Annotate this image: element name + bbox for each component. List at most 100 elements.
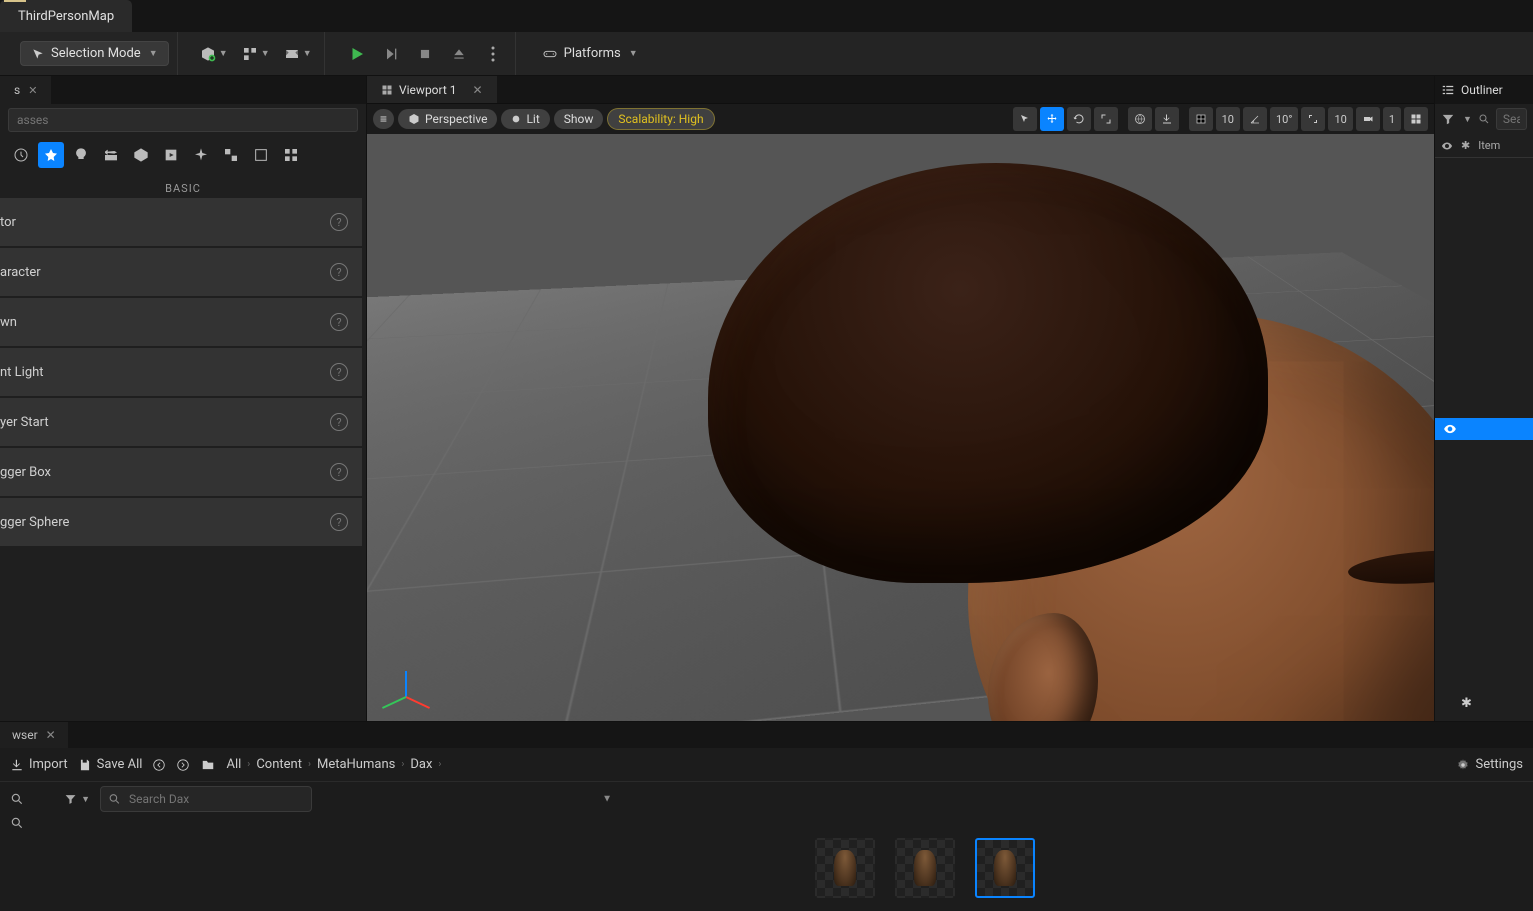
scalability-button[interactable]: Scalability: High (607, 108, 714, 130)
perspective-button[interactable]: Perspective (398, 109, 497, 129)
folder-thumb[interactable] (172, 838, 238, 911)
viewport-menu-button[interactable]: ≡ (373, 109, 394, 129)
asset-thumb[interactable] (812, 838, 878, 911)
outliner-search[interactable] (1496, 108, 1527, 130)
angle-snap-value[interactable]: 10° (1270, 107, 1298, 131)
settings-button[interactable]: Settings (1456, 757, 1523, 772)
asset-thumb[interactable] (972, 838, 1038, 911)
help-icon[interactable]: ? (330, 463, 348, 481)
scale-snap-value[interactable]: 10 (1328, 107, 1352, 131)
outliner-selected-row[interactable] (1435, 418, 1533, 440)
show-button[interactable]: Show (554, 109, 604, 129)
pin-icon: ✱ (1461, 139, 1470, 152)
folder-thumb[interactable] (732, 838, 798, 911)
filter-button[interactable]: ▼ (64, 786, 90, 812)
actor-item[interactable]: nt Light? (0, 348, 362, 396)
actor-item[interactable]: aracter? (0, 248, 362, 296)
tree-search-button[interactable] (10, 792, 24, 806)
basic-icon[interactable] (38, 142, 64, 168)
viewport-layout-button[interactable] (1404, 107, 1428, 131)
grid-snap-button[interactable] (1189, 107, 1213, 131)
folder-thumb[interactable] (492, 838, 558, 911)
asset-thumb[interactable] (892, 838, 958, 911)
close-icon[interactable]: ✕ (28, 84, 37, 97)
filter-button[interactable] (1441, 112, 1455, 126)
scale-snap-button[interactable] (1301, 107, 1325, 131)
play-button[interactable] (343, 40, 371, 68)
close-icon[interactable]: ✕ (46, 728, 56, 742)
close-icon[interactable]: ✕ (473, 83, 483, 97)
selection-mode-button[interactable]: Selection Mode ▼ (20, 41, 169, 66)
folder-thumb[interactable] (412, 838, 478, 911)
viewport-tab[interactable]: Viewport 1 ✕ (367, 76, 497, 103)
tree-search-button-2[interactable] (10, 816, 24, 830)
history-back-button[interactable] (152, 758, 166, 772)
save-all-button[interactable]: Save All (78, 757, 143, 772)
chevron-down-icon[interactable]: ▼ (602, 794, 612, 805)
shapes-icon[interactable] (128, 142, 154, 168)
folder-thumb[interactable] (572, 838, 638, 911)
help-icon[interactable]: ? (330, 263, 348, 281)
pin-icon[interactable]: ✱ (1461, 696, 1472, 711)
actor-item[interactable]: gger Box? (0, 448, 362, 496)
add-content-button[interactable]: ▼ (196, 40, 232, 68)
actor-item[interactable]: wn? (0, 298, 362, 346)
folder-thumb[interactable] (332, 838, 398, 911)
folder-thumb[interactable] (92, 838, 158, 911)
camera-speed-value[interactable]: 1 (1383, 107, 1401, 131)
breadcrumb-part[interactable]: Dax (410, 757, 432, 772)
asset-grid[interactable] (0, 830, 1533, 911)
geometry-icon[interactable] (218, 142, 244, 168)
grid-snap-value[interactable]: 10 (1216, 107, 1240, 131)
skip-button[interactable] (377, 40, 405, 68)
coord-space-button[interactable] (1128, 107, 1152, 131)
history-fwd-button[interactable] (176, 758, 190, 772)
place-actors-tab[interactable]: s ✕ (0, 76, 51, 104)
content-browser-tab[interactable]: wser ✕ (0, 722, 68, 748)
platforms-button[interactable]: Platforms ▼ (534, 42, 646, 66)
translate-tool[interactable] (1040, 107, 1064, 131)
folder-thumb[interactable] (12, 838, 78, 911)
scale-tool[interactable] (1094, 107, 1118, 131)
folder-thumb[interactable] (652, 838, 718, 911)
camera-speed-button[interactable] (1356, 107, 1380, 131)
content-search[interactable] (100, 786, 312, 812)
recent-icon[interactable] (8, 142, 34, 168)
help-icon[interactable]: ? (330, 513, 348, 531)
media-icon[interactable] (158, 142, 184, 168)
outliner-rows[interactable]: ✱ (1435, 158, 1533, 721)
viewport-canvas[interactable] (367, 132, 1434, 721)
lights-icon[interactable] (68, 142, 94, 168)
folder-thumb[interactable] (252, 838, 318, 911)
help-icon[interactable]: ? (330, 413, 348, 431)
lit-button[interactable]: Lit (501, 109, 549, 129)
help-icon[interactable]: ? (330, 213, 348, 231)
breadcrumb-part[interactable]: Content (256, 757, 302, 772)
actor-item[interactable]: gger Sphere? (0, 498, 362, 546)
help-icon[interactable]: ? (330, 313, 348, 331)
play-options-button[interactable] (479, 40, 507, 68)
eject-button[interactable] (445, 40, 473, 68)
blueprint-button[interactable]: ▼ (238, 40, 274, 68)
folder-button[interactable] (200, 758, 216, 772)
eye-icon[interactable] (1443, 422, 1457, 436)
import-button[interactable]: Import (10, 757, 68, 772)
fx-icon[interactable] (188, 142, 214, 168)
stop-button[interactable] (411, 40, 439, 68)
breadcrumb-part[interactable]: All (226, 757, 241, 772)
place-actors-search[interactable] (8, 108, 358, 132)
select-tool[interactable] (1013, 107, 1037, 131)
lit-label: Lit (526, 112, 539, 126)
rotate-tool[interactable] (1067, 107, 1091, 131)
cinematics-button[interactable]: ▼ (280, 40, 316, 68)
volumes-icon[interactable] (248, 142, 274, 168)
cinematic-icon[interactable] (98, 142, 124, 168)
help-icon[interactable]: ? (330, 363, 348, 381)
map-tab[interactable]: ThirdPersonMap (0, 0, 132, 32)
surface-snap-button[interactable] (1155, 107, 1179, 131)
angle-snap-button[interactable] (1243, 107, 1267, 131)
actor-item[interactable]: yer Start? (0, 398, 362, 446)
actor-item[interactable]: tor? (0, 198, 362, 246)
all-icon[interactable] (278, 142, 304, 168)
breadcrumb-part[interactable]: MetaHumans (317, 757, 395, 772)
